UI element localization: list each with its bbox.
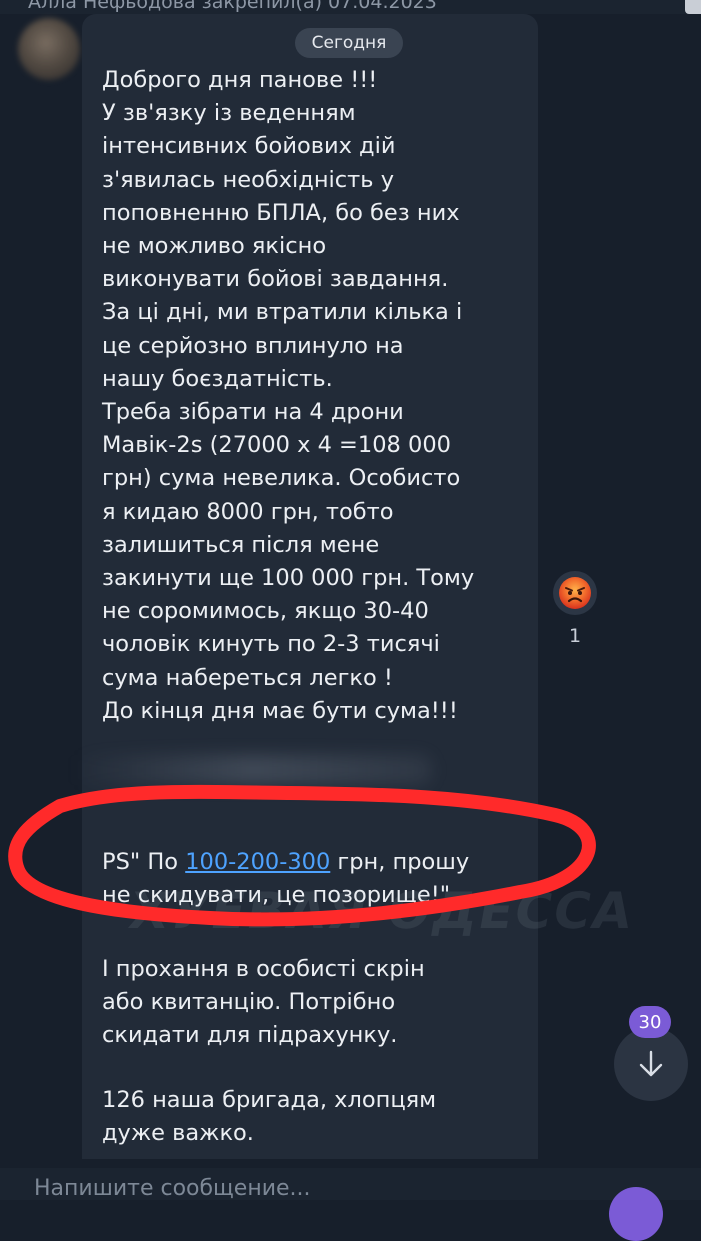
arrow-down-icon bbox=[639, 1050, 663, 1077]
sender-avatar[interactable] bbox=[18, 18, 80, 80]
pinned-message-bar[interactable]: Алла Нефьодова закрепил(а) 07.04.2023 bbox=[0, 0, 701, 14]
message-input[interactable]: Напишите сообщение... bbox=[34, 1176, 311, 1201]
blurred-text bbox=[72, 755, 432, 785]
message-ps-text: PS" По 100-200-300 грн, прошу не скидува… bbox=[102, 846, 522, 912]
scroll-down-button[interactable] bbox=[614, 1027, 688, 1101]
message-second-text: І прохання в особисті скрін або квитанці… bbox=[102, 956, 425, 1049]
message-third-text: 126 наша бригада, хлопцям дуже важко. bbox=[102, 1087, 437, 1147]
message-main-text: Доброго дня панове !!! У зв'язку із веде… bbox=[102, 67, 475, 724]
header-corner bbox=[685, 0, 701, 14]
message-composer[interactable]: Напишите сообщение... bbox=[0, 1168, 701, 1201]
send-button[interactable] bbox=[609, 1187, 663, 1241]
angry-face-icon bbox=[559, 577, 591, 609]
date-separator: Сегодня bbox=[295, 28, 403, 58]
pinned-message-text: Алла Нефьодова закрепил(а) 07.04.2023 bbox=[28, 0, 437, 13]
reaction-button[interactable] bbox=[553, 571, 597, 615]
ps-prefix: PS" По bbox=[102, 849, 186, 875]
unread-count-badge: 30 bbox=[629, 1006, 671, 1038]
reaction-count: 1 bbox=[568, 625, 582, 647]
amount-link[interactable]: 100-200-300 bbox=[185, 849, 330, 875]
